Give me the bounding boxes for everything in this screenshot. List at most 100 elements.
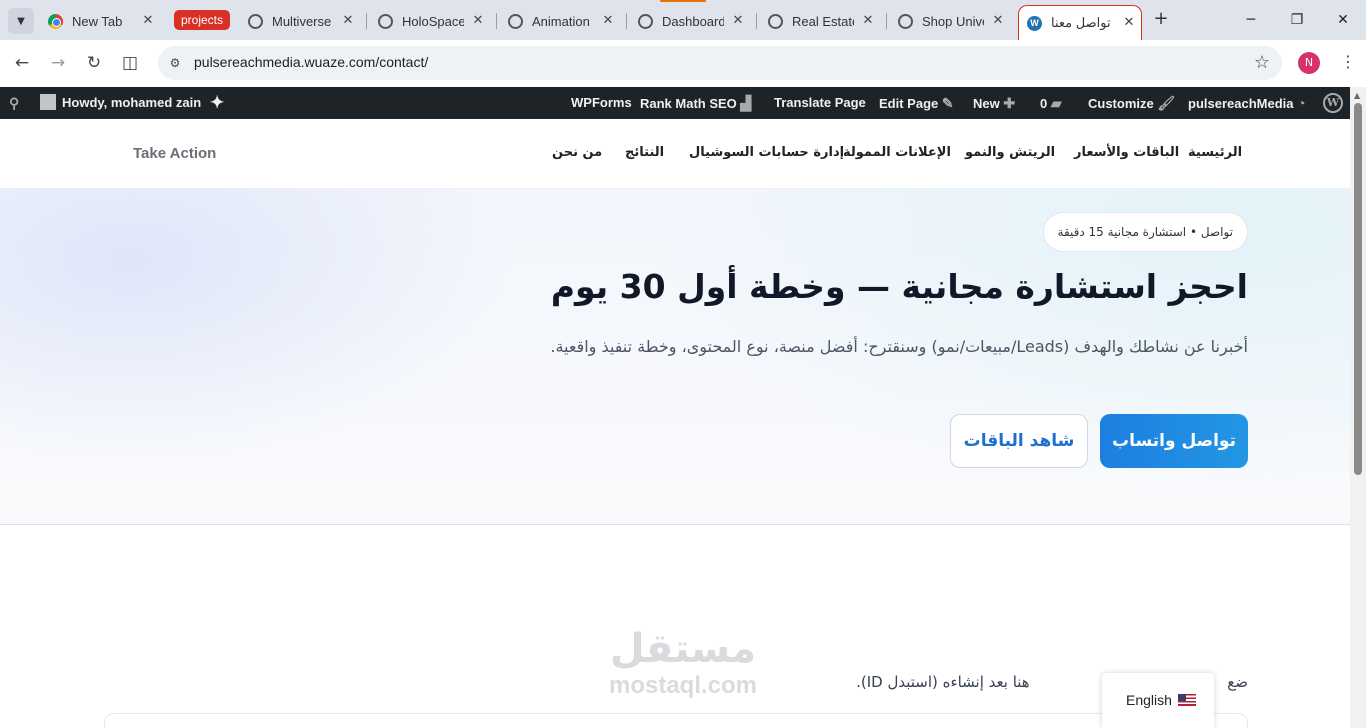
wordpress-logo-icon[interactable]: W <box>1323 93 1343 113</box>
tab-animation[interactable]: Animation ✕ <box>508 6 620 36</box>
tab-shop-universe[interactable]: Shop Unive ✕ <box>898 6 1010 36</box>
nav-item-paid-ads[interactable]: الإعلانات الممولة <box>843 145 951 160</box>
tab-dashboard[interactable]: Dashboard ✕ <box>638 6 750 36</box>
globe-icon <box>248 13 263 29</box>
minimize-icon: ─ <box>1246 12 1256 28</box>
dashboard-gauge-icon: ◔ <box>1297 95 1306 111</box>
nav-item-about[interactable]: من نحن <box>552 145 602 160</box>
tab-label: HoloSpace <box>402 13 464 29</box>
restore-icon: ❐ <box>1290 12 1304 28</box>
globe-icon <box>638 13 653 29</box>
new-tab-button[interactable]: + <box>1151 10 1171 30</box>
hint-end: هنا بعد إنشاءه (استبدل ID). <box>856 673 1030 691</box>
edit-page-menu[interactable]: Edit Page ✎ <box>879 87 954 119</box>
howdy-label: Howdy, mohamed zain <box>62 95 202 110</box>
tab-label: Real Estate <box>792 13 854 29</box>
close-icon[interactable]: ✕ <box>340 12 356 28</box>
scroll-up-icon[interactable]: ▲ <box>1354 91 1360 100</box>
url-text[interactable]: pulsereachmedia.wuaze.com/contact/ <box>194 54 428 70</box>
customize-label: Customize <box>1088 96 1154 111</box>
rankmath-menu[interactable]: Rank Math SEO ▟ <box>640 87 751 119</box>
view-packages-button[interactable]: شاهد الباقات <box>950 414 1088 468</box>
plus-icon: ✚ <box>1003 95 1016 111</box>
chevron-down-icon: ▼ <box>17 15 25 27</box>
back-button[interactable]: ← <box>10 51 34 75</box>
tab-label: Shop Unive <box>922 13 984 29</box>
edit-page-label: Edit Page <box>879 96 939 111</box>
arrow-right-icon: → <box>50 53 66 73</box>
address-bar[interactable]: ⚙ pulsereachmedia.wuaze.com/contact/ ☆ <box>158 46 1282 80</box>
tab-group-label[interactable]: projects <box>174 10 231 30</box>
nav-item-home[interactable]: الرئيسية <box>1188 145 1242 160</box>
admin-search-icon[interactable]: ⚲ <box>9 87 19 119</box>
close-icon[interactable]: ✕ <box>860 12 876 28</box>
nav-item-social-management[interactable]: إدارة حسابات السوشيال <box>689 145 844 160</box>
nav-item-results[interactable]: النتائج <box>625 145 664 160</box>
new-content-menu[interactable]: New ✚ <box>973 87 1015 119</box>
page-scrollbar[interactable]: ▲ <box>1350 87 1366 728</box>
tab-new-tab[interactable]: New Tab ✕ <box>48 6 160 36</box>
us-flag-icon <box>1178 694 1196 706</box>
tab-real-estate[interactable]: Real Estate ✕ <box>768 6 880 36</box>
reload-icon: ↻ <box>86 53 102 73</box>
arrow-left-icon: ← <box>14 53 30 73</box>
ai-sparkle-icon[interactable]: ✦ <box>210 87 224 119</box>
bookmark-star-icon[interactable]: ☆ <box>1254 52 1270 73</box>
watermark-arabic: مستقل <box>609 626 757 672</box>
wpforms-menu[interactable]: WPForms <box>571 87 632 119</box>
comment-bubble-icon: ▰ <box>1050 95 1062 111</box>
globe-icon <box>378 13 393 29</box>
profile-avatar[interactable]: N <box>1298 52 1320 74</box>
tab-contact-active[interactable]: W تواصل معنا ✕ <box>1018 5 1142 40</box>
plus-icon: + <box>1153 8 1169 29</box>
translate-page-menu[interactable]: Translate Page <box>774 87 866 119</box>
tab-label: تواصل معنا <box>1051 15 1111 30</box>
new-label: New <box>973 96 1000 111</box>
rankmath-chart-icon: ▟ <box>740 95 752 111</box>
site-name-menu[interactable]: pulsereachMedia ◔ <box>1188 87 1306 119</box>
close-icon[interactable]: ✕ <box>730 12 746 28</box>
site-name-label: pulsereachMedia <box>1188 96 1294 111</box>
menu-kebab-icon[interactable]: ⋮ <box>1340 52 1356 71</box>
form-card <box>104 713 1248 728</box>
tab-label: Dashboard <box>662 13 724 29</box>
take-action-link[interactable]: Take Action <box>133 145 216 162</box>
admin-account-menu[interactable]: Howdy, mohamed zain <box>40 87 201 119</box>
page-viewport: الرئيسية الباقات والأسعار الريتش والنمو … <box>0 119 1350 728</box>
close-icon[interactable]: ✕ <box>140 12 156 28</box>
split-view-button[interactable]: ◫ <box>118 51 142 75</box>
site-info-icon[interactable]: ⚙ <box>166 54 184 72</box>
restore-button[interactable]: ❐ <box>1282 8 1312 32</box>
close-icon[interactable]: ✕ <box>1121 14 1137 30</box>
nav-item-reach-growth[interactable]: الريتش والنمو <box>965 145 1055 160</box>
scrollbar-thumb[interactable] <box>1354 103 1362 475</box>
paintbrush-icon: 🖌 <box>1157 95 1176 111</box>
chrome-icon <box>48 13 63 29</box>
customize-menu[interactable]: Customize 🖌 <box>1088 87 1175 119</box>
hero-title: احجز استشارة مجانية — وخطة أول 30 يوم <box>550 267 1248 306</box>
tab-label: Multiverse <box>272 13 332 29</box>
whatsapp-contact-button[interactable]: تواصل واتساب <box>1100 414 1248 468</box>
hero-section: تواصل • استشارة مجانية 15 دقيقة احجز است… <box>0 189 1350 525</box>
browser-tab-strip: ▼ New Tab ✕ projects Multiverse ✕ HoloSp… <box>0 0 1366 40</box>
reload-button[interactable]: ↻ <box>82 51 106 75</box>
globe-icon <box>768 13 783 29</box>
tab-holospace[interactable]: HoloSpace ✕ <box>378 6 490 36</box>
pencil-icon: ✎ <box>941 95 954 111</box>
close-icon[interactable]: ✕ <box>990 12 1006 28</box>
close-icon[interactable]: ✕ <box>470 12 486 28</box>
globe-icon <box>898 13 913 29</box>
nav-item-pricing[interactable]: الباقات والأسعار <box>1074 145 1179 160</box>
close-window-button[interactable]: ✕ <box>1328 8 1358 32</box>
forward-button[interactable]: → <box>46 51 70 75</box>
tab-search-button[interactable]: ▼ <box>8 8 34 34</box>
comments-menu[interactable]: 0 ▰ <box>1040 87 1062 119</box>
wordpress-icon: W <box>1027 15 1042 31</box>
tab-label: Animation <box>532 13 590 29</box>
close-icon: ✕ <box>1337 12 1349 28</box>
minimize-button[interactable]: ─ <box>1236 8 1266 32</box>
language-switcher[interactable]: English <box>1102 673 1214 728</box>
tab-multiverse[interactable]: Multiverse ✕ <box>248 6 360 36</box>
close-icon[interactable]: ✕ <box>600 12 616 28</box>
comments-count: 0 <box>1040 96 1048 111</box>
